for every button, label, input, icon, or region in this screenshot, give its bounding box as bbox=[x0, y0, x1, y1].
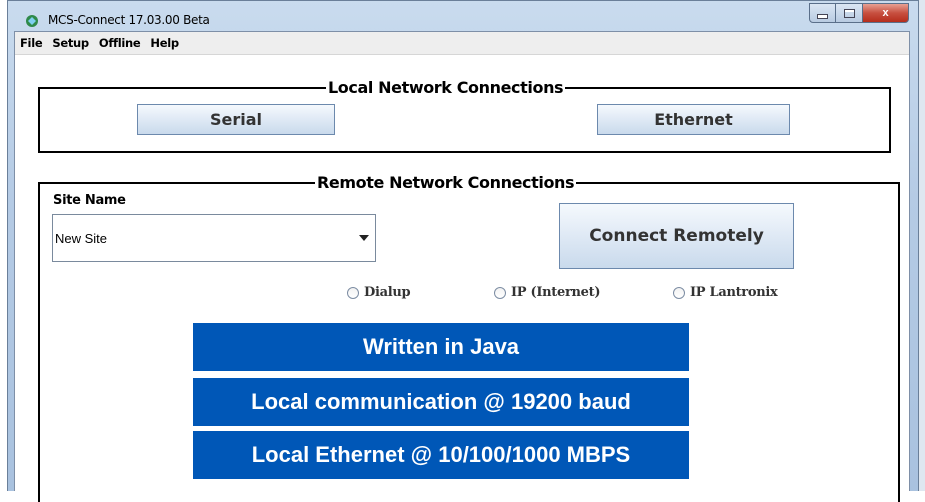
connect-remotely-button[interactable]: Connect Remotely bbox=[559, 203, 794, 269]
site-name-combo[interactable]: New Site bbox=[52, 214, 376, 262]
local-network-group: Local Network Connections Serial Etherne… bbox=[38, 78, 891, 153]
minimize-button[interactable] bbox=[809, 3, 836, 23]
menu-file[interactable]: File bbox=[15, 36, 47, 50]
menu-bar: File Setup Offline Help bbox=[15, 32, 909, 55]
banner-java: Written in Java bbox=[193, 323, 689, 371]
radio-dialup[interactable]: Dialup bbox=[347, 285, 411, 300]
window-title: MCS-Connect 17.03.00 Beta bbox=[48, 13, 210, 27]
site-name-value: New Site bbox=[55, 230, 108, 246]
radio-circle-icon bbox=[347, 286, 359, 299]
serial-button[interactable]: Serial bbox=[137, 104, 335, 135]
banner-local-ethernet: Local Ethernet @ 10/100/1000 MBPS bbox=[193, 431, 689, 479]
menu-setup[interactable]: Setup bbox=[47, 36, 94, 50]
menu-offline[interactable]: Offline bbox=[94, 36, 146, 50]
menu-help[interactable]: Help bbox=[145, 36, 183, 50]
close-button[interactable]: x bbox=[863, 3, 909, 23]
local-network-legend: Local Network Connections bbox=[326, 78, 566, 97]
desktop-edge bbox=[919, 0, 925, 491]
radio-ip-internet-label: IP (Internet) bbox=[511, 285, 601, 300]
radio-circle-icon bbox=[494, 286, 506, 299]
ethernet-button[interactable]: Ethernet bbox=[597, 104, 790, 135]
close-icon: x bbox=[882, 7, 889, 19]
radio-ip-internet[interactable]: IP (Internet) bbox=[494, 285, 600, 300]
app-icon bbox=[26, 15, 38, 27]
minimize-icon bbox=[817, 13, 828, 19]
remote-network-legend: Remote Network Connections bbox=[315, 173, 577, 192]
window-controls: x bbox=[809, 3, 909, 23]
site-name-label: Site Name bbox=[53, 193, 126, 208]
maximize-button[interactable] bbox=[836, 3, 863, 23]
maximize-icon bbox=[843, 8, 855, 18]
radio-circle-icon bbox=[673, 286, 685, 299]
radio-ip-lantronix-label: IP Lantronix bbox=[690, 285, 778, 300]
radio-dialup-label: Dialup bbox=[364, 285, 411, 300]
chevron-down-icon[interactable] bbox=[353, 215, 375, 261]
radio-ip-lantronix[interactable]: IP Lantronix bbox=[673, 285, 778, 300]
banner-local-communication: Local communication @ 19200 baud bbox=[193, 378, 689, 426]
